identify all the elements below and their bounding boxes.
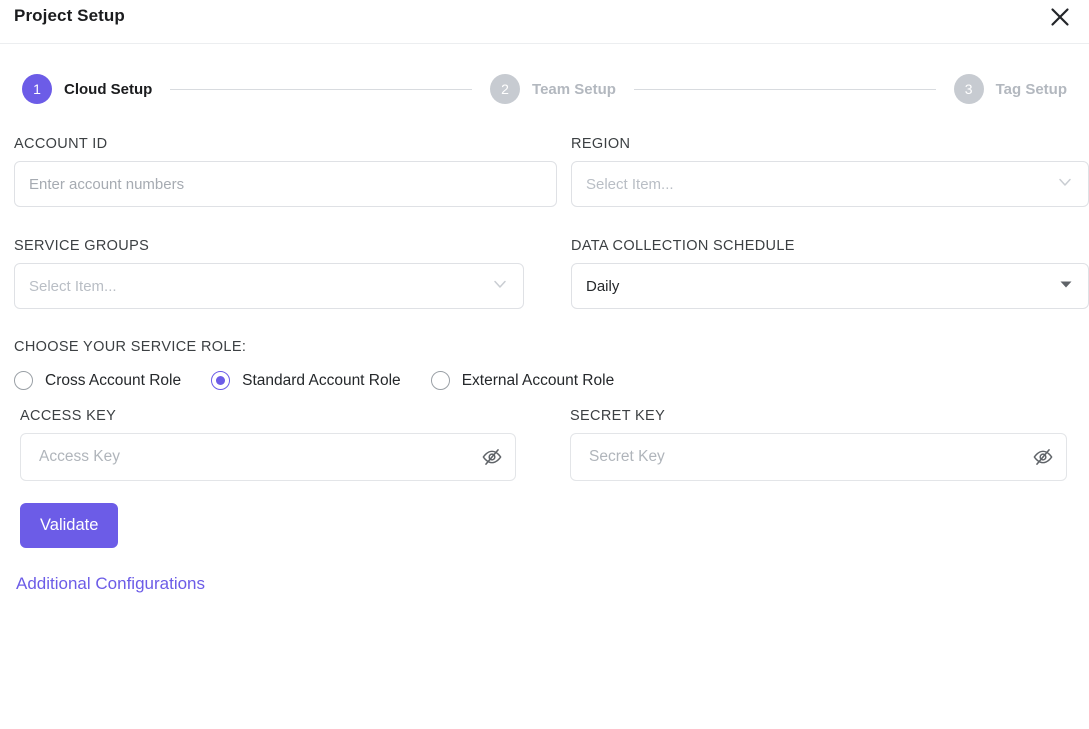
access-key-label: ACCESS KEY (20, 408, 117, 424)
secret-key-label: SECRET KEY (570, 408, 666, 424)
data-collection-schedule-value: Daily (586, 277, 620, 295)
step-2-label: Team Setup (532, 80, 616, 98)
step-cloud-setup[interactable]: 1 Cloud Setup (22, 74, 152, 104)
field-group-account-id: ACCOUNT ID (14, 136, 557, 207)
service-role-section: CHOOSE YOUR SERVICE ROLE: Cross Account … (0, 339, 1089, 390)
region-select-value: Select Item... (586, 175, 674, 193)
radio-standard-account-role-label: Standard Account Role (242, 371, 401, 389)
additional-configurations-link[interactable]: Additional Configurations (16, 574, 1089, 594)
region-label: REGION (571, 136, 631, 152)
secret-key-visibility-toggle[interactable] (1032, 446, 1054, 468)
close-button[interactable] (1045, 2, 1075, 32)
step-1-label: Cloud Setup (64, 80, 153, 98)
radio-standard-account-role[interactable]: Standard Account Role (211, 371, 401, 390)
field-group-service-groups: SERVICE GROUPS Select Item... (14, 238, 557, 309)
radio-circle-selected-icon (211, 371, 231, 390)
eye-off-icon (481, 449, 503, 471)
access-key-visibility-toggle[interactable] (481, 446, 503, 468)
radio-external-account-role[interactable]: External Account Role (430, 371, 615, 390)
validate-button[interactable]: Validate (20, 503, 119, 548)
eye-off-icon (1032, 449, 1054, 471)
field-group-access-key: ACCESS KEY (20, 408, 516, 481)
service-role-radio-group: Cross Account Role Standard Account Role… (14, 371, 1089, 390)
chevron-down-icon (491, 275, 509, 297)
access-key-input[interactable] (20, 433, 516, 481)
secret-key-input[interactable] (570, 433, 1067, 481)
account-id-input[interactable] (14, 161, 557, 207)
form-row-account-region: ACCOUNT ID REGION Select Item... (0, 136, 1089, 207)
service-groups-select[interactable]: Select Item... (14, 263, 524, 309)
data-collection-schedule-label: DATA COLLECTION SCHEDULE (571, 238, 795, 254)
step-tag-setup[interactable]: 3 Tag Setup (953, 74, 1067, 104)
radio-circle-icon (430, 371, 450, 390)
field-group-data-collection-schedule: DATA COLLECTION SCHEDULE Daily (557, 238, 1089, 309)
step-3-number: 3 (953, 74, 984, 104)
radio-cross-account-role[interactable]: Cross Account Role (14, 371, 181, 390)
data-collection-schedule-select[interactable]: Daily (571, 263, 1089, 309)
radio-cross-account-role-label: Cross Account Role (45, 371, 182, 389)
service-role-label: CHOOSE YOUR SERVICE ROLE: (14, 339, 247, 355)
radio-external-account-role-label: External Account Role (461, 371, 615, 389)
step-connector-2 (633, 88, 936, 90)
radio-circle-icon (14, 371, 33, 390)
service-groups-label: SERVICE GROUPS (14, 238, 150, 254)
region-select[interactable]: Select Item... (571, 161, 1089, 207)
field-group-secret-key: SECRET KEY (516, 408, 1089, 481)
caret-down-icon (1058, 276, 1074, 296)
step-2-number: 2 (490, 74, 521, 104)
cloud-setup-form: ACCOUNT ID REGION Select Item... SERVICE… (0, 136, 1089, 594)
step-team-setup[interactable]: 2 Team Setup (490, 74, 616, 104)
page-title: Project Setup (14, 6, 125, 25)
step-1-number: 1 (22, 74, 52, 104)
account-id-label: ACCOUNT ID (14, 136, 108, 152)
stepper: 1 Cloud Setup 2 Team Setup 3 Tag Setup (0, 44, 1089, 134)
form-row-keys: ACCESS KEY SECRET KEY (0, 408, 1089, 481)
form-row-servicegroups-schedule: SERVICE GROUPS Select Item... DATA COLLE… (0, 238, 1089, 309)
modal-header: Project Setup (0, 0, 1089, 44)
step-3-label: Tag Setup (995, 80, 1067, 98)
field-group-region: REGION Select Item... (557, 136, 1089, 207)
step-connector-1 (170, 88, 473, 90)
chevron-down-icon (1056, 173, 1074, 195)
close-icon (1049, 6, 1071, 28)
service-groups-select-value: Select Item... (29, 277, 117, 295)
